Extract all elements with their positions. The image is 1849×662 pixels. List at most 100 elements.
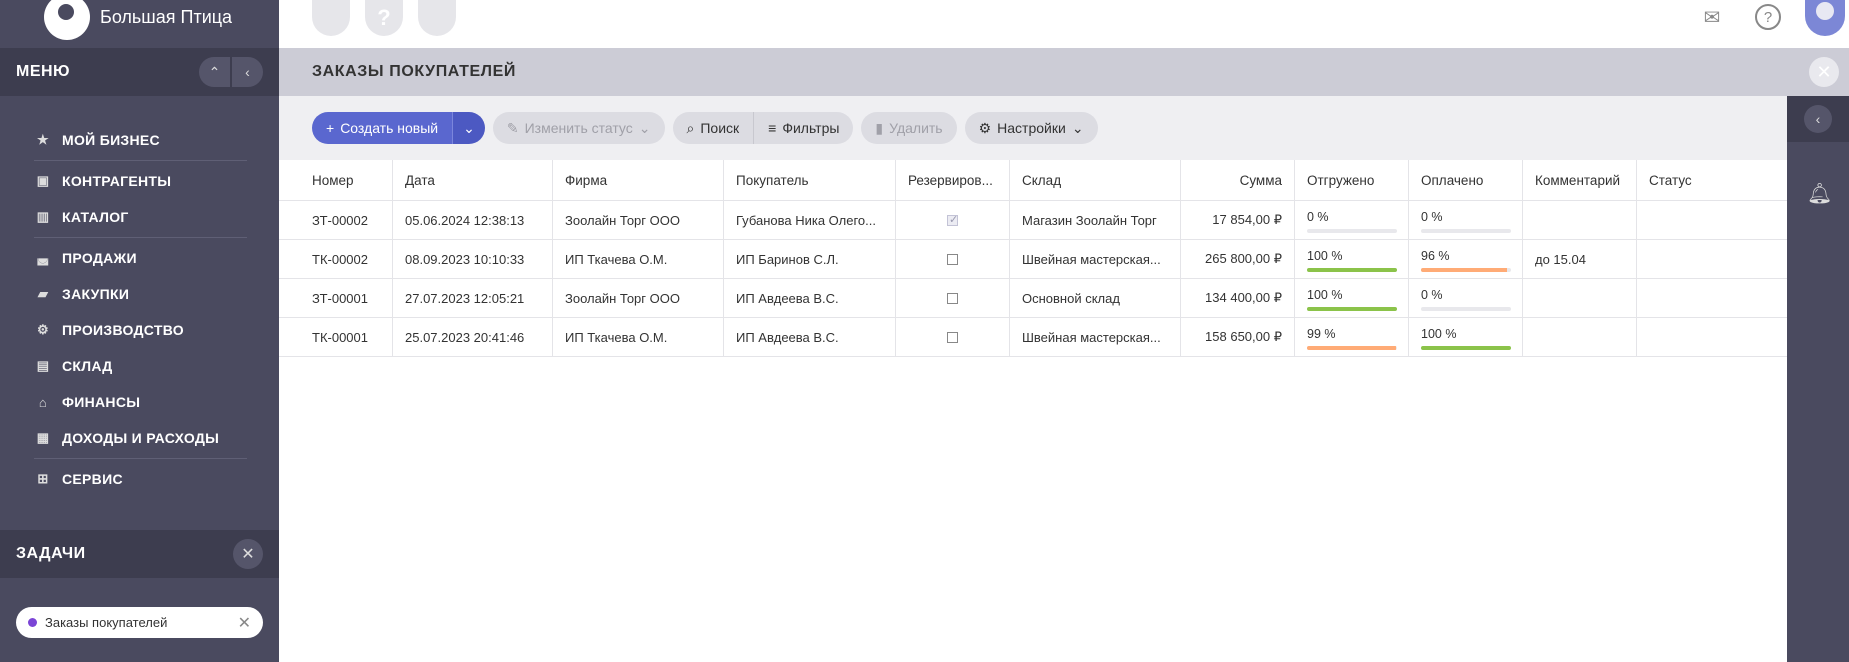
change-status-button[interactable]: ✎ Изменить статус ⌄ — [492, 112, 665, 144]
orders-table: Номер Дата Фирма Покупатель Резервиров..… — [279, 160, 1787, 357]
order-comment: до 15.04 — [1523, 240, 1637, 278]
column-header[interactable]: Покупатель — [724, 160, 896, 200]
order-status — [1637, 201, 1787, 239]
menu-item-label: ЗАКУПКИ — [62, 286, 130, 302]
menu-divider — [34, 160, 247, 161]
menu-item-sales[interactable]: ◛ ПРОДАЖИ — [0, 240, 279, 276]
reserved-checkbox[interactable] — [947, 253, 958, 265]
question-icon: ? — [377, 5, 391, 30]
menu-item-service[interactable]: ⊞ СЕРВИС — [0, 461, 279, 497]
column-header[interactable]: Резервиров... — [896, 160, 1010, 200]
column-header[interactable]: Дата — [393, 160, 553, 200]
create-button-group: + Создать новый ⌄ — [312, 112, 485, 144]
chevron-left-icon: ‹ — [1804, 105, 1832, 133]
menu-item-production[interactable]: ⚙ ПРОИЗВОДСТВО — [0, 312, 279, 348]
create-new-label: Создать новый — [340, 120, 439, 136]
brand[interactable]: Большая Птица — [0, 0, 279, 48]
expand-panel-button[interactable]: ‹ — [1787, 96, 1849, 142]
help-circle-button[interactable]: ? — [365, 0, 403, 36]
menu-item-purchases[interactable]: ▰ ЗАКУПКИ — [0, 276, 279, 312]
column-header[interactable]: Склад — [1010, 160, 1181, 200]
create-new-button[interactable]: + Создать новый — [312, 112, 453, 144]
menu-item-label: СКЛАД — [62, 358, 113, 374]
reserved-cell — [896, 279, 1010, 317]
reserved-cell — [896, 240, 1010, 278]
filters-button[interactable]: ≡ Фильтры — [753, 112, 854, 144]
chevron-down-icon: ⌄ — [1071, 119, 1084, 136]
shipped-progress-bar-fill — [1307, 306, 1397, 311]
tasks-close-button[interactable]: ✕ — [233, 539, 263, 569]
shipped-progress: 100 % — [1295, 240, 1409, 278]
shipped-progress: 99 % — [1295, 318, 1409, 356]
order-buyer: ИП Баринов С.Л. — [724, 240, 896, 278]
book-icon: ▥ — [36, 209, 50, 224]
column-header[interactable]: Комментарий — [1523, 160, 1637, 200]
close-icon: ✕ — [241, 546, 255, 563]
menu-item-catalog[interactable]: ▥ КАТАЛОГ — [0, 199, 279, 235]
column-header[interactable]: Оплачено — [1409, 160, 1523, 200]
table-row[interactable]: ЗТ-00002 05.06.2024 12:38:13 Зоолайн Торг … — [279, 201, 1787, 240]
chevron-up-icon: ⌃ — [208, 63, 221, 80]
bell-icon[interactable]: 🔔︎ — [1807, 181, 1832, 206]
mail-icon[interactable]: ✉ — [1699, 4, 1725, 30]
settings-label: Настройки — [997, 120, 1066, 136]
menu-item-warehouse[interactable]: ▤ СКЛАД — [0, 348, 279, 384]
help-icon[interactable]: ? — [1755, 4, 1781, 30]
shipped-progress-label: 99 % — [1307, 326, 1336, 341]
create-dropdown-button[interactable]: ⌄ — [452, 112, 485, 144]
reserved-checkbox[interactable] — [947, 213, 958, 226]
paid-progress-label: 96 % — [1421, 248, 1450, 263]
close-icon[interactable]: ✕ — [238, 613, 251, 633]
reserved-checkbox[interactable] — [947, 331, 958, 343]
top-circle-button[interactable] — [312, 0, 350, 36]
task-label: Заказы покупателей — [45, 615, 168, 630]
page-header: ЗАКАЗЫ ПОКУПАТЕЛЕЙ ✕ — [279, 48, 1849, 96]
pencil-icon: ✎ — [506, 119, 519, 136]
menu-item-label: МОЙ БИЗНЕС — [62, 132, 160, 148]
shipped-progress-bar — [1307, 228, 1397, 233]
menu-title: МЕНЮ — [16, 63, 71, 80]
toolbar: + Создать новый ⌄ ✎ Изменить статус ⌄ ⌕ Поис… — [279, 96, 1787, 160]
close-page-button[interactable]: ✕ — [1809, 57, 1839, 87]
settings-button[interactable]: ⚙ Настройки ⌄ — [964, 112, 1098, 144]
avatar[interactable] — [1805, 0, 1845, 36]
shipped-progress-bar-fill — [1307, 345, 1397, 350]
column-header[interactable]: Сумма — [1181, 160, 1295, 200]
menu-item-contractors[interactable]: ▣ КОНТРАГЕНТЫ — [0, 163, 279, 199]
menu-item-my-business[interactable]: ★ МОЙ БИЗНЕС — [0, 122, 279, 158]
task-chip[interactable]: Заказы покупателей ✕ — [16, 607, 263, 638]
menu-item-label: КОНТРАГЕНТЫ — [62, 173, 172, 189]
column-header[interactable]: Статус — [1637, 160, 1787, 200]
order-status — [1637, 240, 1787, 278]
shipped-progress-label: 100 % — [1307, 248, 1343, 263]
table-row[interactable]: ЗТ-00001 27.07.2023 12:05:21 Зоолайн Торг … — [279, 279, 1787, 318]
order-number: ЗТ-00002 — [279, 201, 393, 239]
service-icon: ⊞ — [37, 471, 49, 486]
order-number: ТК-00002 — [279, 240, 393, 278]
menu-item-finance[interactable]: ⌂ ФИНАНСЫ — [0, 384, 279, 420]
column-header[interactable]: Номер — [279, 160, 393, 200]
shipped-progress-bar — [1307, 345, 1397, 350]
paid-progress-bar-fill — [1421, 267, 1508, 272]
column-header[interactable]: Фирма — [553, 160, 724, 200]
search-button[interactable]: ⌕ Поиск — [672, 112, 754, 144]
table-row[interactable]: ТК-00002 08.09.2023 10:10:33 ИП Ткачева О.… — [279, 240, 1787, 279]
collapse-left-button[interactable]: ‹ — [232, 57, 263, 87]
top-circle-button[interactable] — [418, 0, 456, 36]
brand-name: Большая Птица — [100, 6, 233, 27]
truck-icon: ▰ — [37, 286, 49, 301]
menu-item-income-expenses[interactable]: ▦ ДОХОДЫ И РАСХОДЫ — [0, 420, 279, 456]
search-label: Поиск — [700, 120, 740, 136]
reserved-checkbox[interactable] — [947, 292, 958, 304]
delete-button[interactable]: ▮ Удалить — [861, 112, 957, 144]
collapse-up-button[interactable]: ⌃ — [199, 57, 230, 87]
plus-icon: + — [326, 120, 335, 136]
column-header[interactable]: Отгружено — [1295, 160, 1409, 200]
shipped-progress-bar — [1307, 267, 1397, 272]
menu-item-label: ФИНАНСЫ — [62, 394, 141, 410]
gear-icon: ⚙ — [978, 119, 992, 136]
order-buyer: ИП Авдеева В.С. — [724, 279, 896, 317]
table-row[interactable]: ТК-00001 25.07.2023 20:41:46 ИП Ткачева О.… — [279, 318, 1787, 357]
shipped-progress-label: 100 % — [1307, 287, 1343, 302]
paid-progress: 0 % — [1409, 201, 1523, 239]
